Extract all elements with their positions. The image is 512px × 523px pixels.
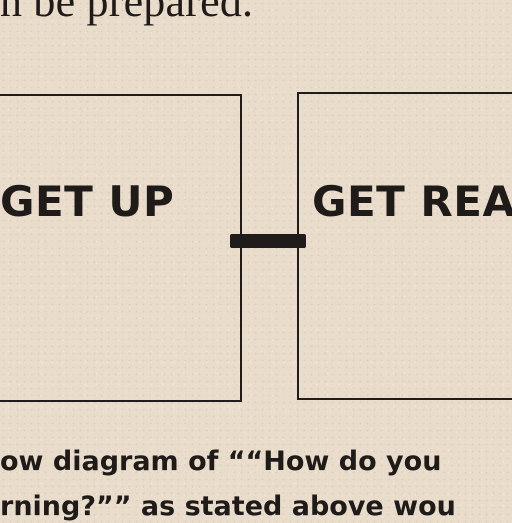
flow-box-get-ready	[297, 92, 512, 400]
flow-box-get-ready-label: GET REA	[312, 177, 512, 226]
caption-line-2: rning?”” as stated above wou	[0, 491, 456, 522]
flow-box-get-up-label: GET UP	[0, 177, 175, 226]
connector-line	[230, 234, 306, 248]
flow-box-get-up	[0, 94, 242, 402]
caption-line-1: ow diagram of ““How do you	[0, 446, 442, 477]
preceding-text-line: n be prepared.	[0, 0, 254, 26]
